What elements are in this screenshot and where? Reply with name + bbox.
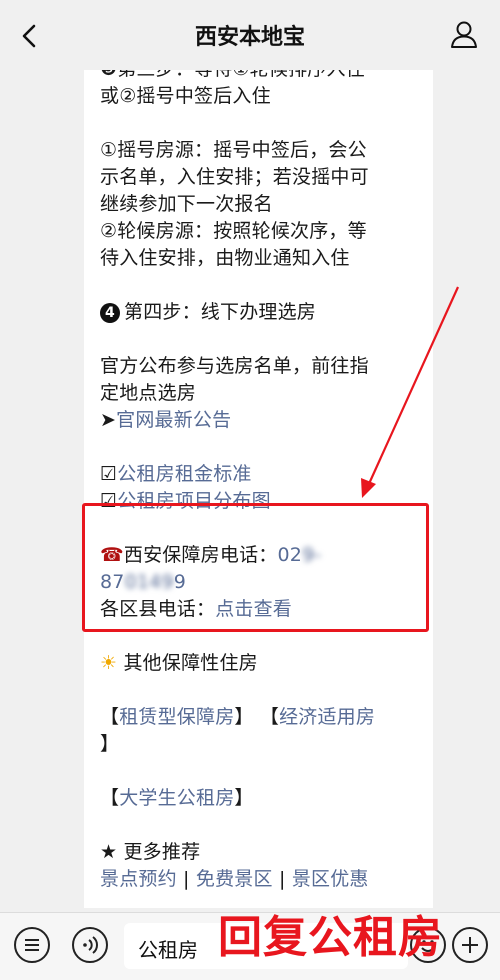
annotation-arrow-icon	[361, 286, 460, 498]
